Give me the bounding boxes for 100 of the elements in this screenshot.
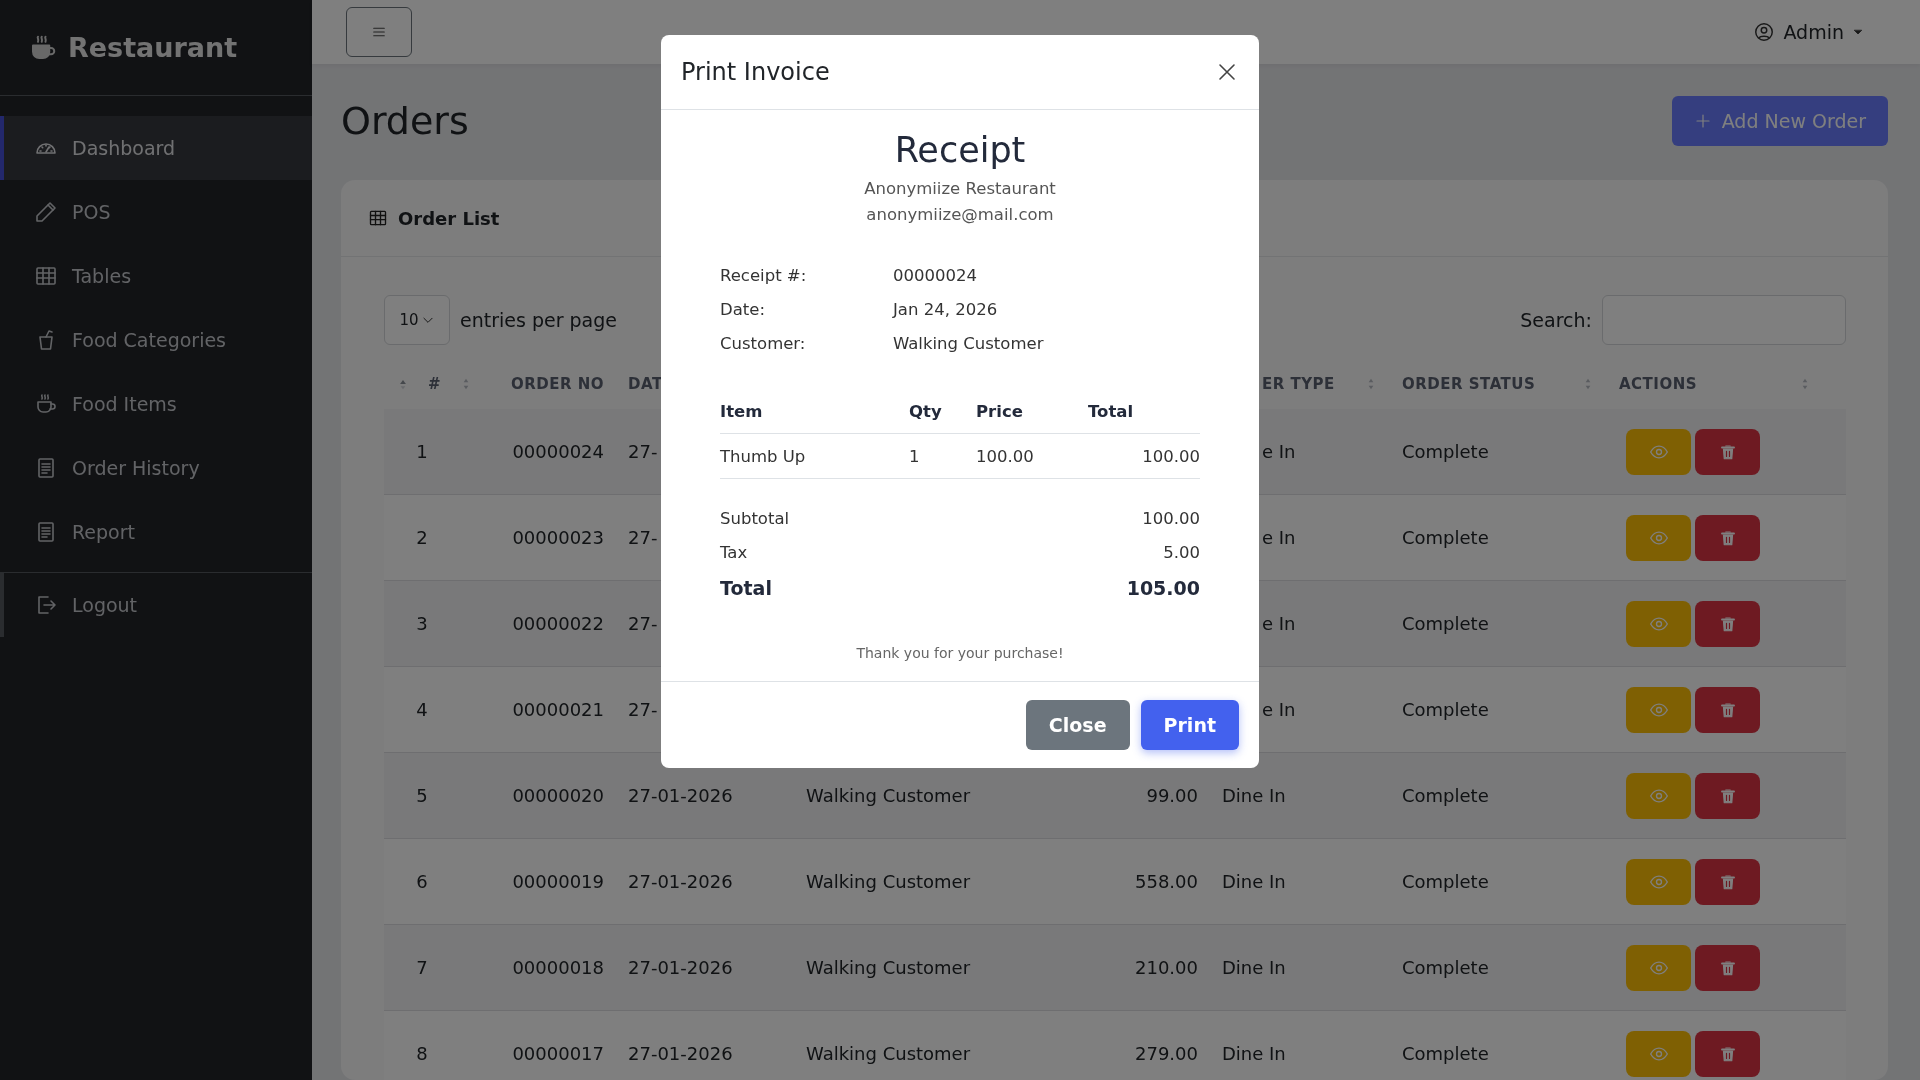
sidebar-item[interactable]: POS: [0, 180, 312, 244]
table-cell-text: 27-: [627, 613, 659, 634]
delete-button[interactable]: [1695, 514, 1760, 561]
table-cell-text: 4: [416, 699, 429, 720]
page-size-select[interactable]: 10: [384, 295, 450, 345]
table-cell-text: 00000021: [511, 699, 605, 720]
column-header: Item: [720, 401, 764, 421]
table-cell-text: 3: [416, 613, 429, 634]
table-cell-text: Dine In: [1221, 871, 1287, 892]
table-cell-text: 00000020: [511, 785, 605, 806]
delete-button[interactable]: [1695, 600, 1760, 647]
table-cell-text: Complete: [1401, 613, 1490, 634]
sidebar-item[interactable]: Order History: [0, 436, 312, 500]
table-cell-text: e In: [1261, 613, 1297, 634]
trash-icon: [1718, 786, 1737, 805]
table-cell-text: e In: [1261, 441, 1297, 462]
table-cell-text: 00000018: [511, 957, 605, 978]
table-cell-text: Complete: [1401, 527, 1490, 548]
info-value: Walking Customer: [893, 334, 1045, 353]
table-cell-text: 100.00: [976, 446, 1035, 466]
sidebar-item[interactable]: Tables: [0, 244, 312, 308]
table-cell-text: Complete: [1401, 699, 1490, 720]
logout-item[interactable]: Logout: [0, 573, 312, 637]
sidebar-item[interactable]: Report: [0, 500, 312, 564]
view-button[interactable]: [1626, 686, 1691, 733]
summary-value: 105.00: [1126, 577, 1200, 599]
pencil-icon: [34, 200, 58, 224]
card-title: Order List: [398, 207, 500, 229]
table-cell-text: 27-: [627, 441, 659, 462]
table-cell-text: 00000023: [511, 527, 605, 548]
summary-label: Subtotal: [720, 509, 790, 528]
summary-label: Total: [720, 577, 772, 599]
delete-button[interactable]: [1695, 772, 1760, 819]
table-cell-text: 27-01-2026: [627, 785, 734, 806]
table-cell-text: 00000019: [511, 871, 605, 892]
table-cell-text: 27-01-2026: [627, 957, 734, 978]
delete-button[interactable]: [1695, 1030, 1760, 1077]
table-cell-text: 210.00: [1134, 957, 1199, 978]
thank-you-note: Thank you for your purchase!: [855, 645, 1065, 661]
column-header: Qty: [909, 401, 943, 421]
info-label: Receipt #:: [720, 266, 808, 285]
view-button[interactable]: [1626, 514, 1691, 561]
column-header[interactable]: ORDER NO: [510, 375, 604, 393]
sidebar-item[interactable]: Food Items: [0, 372, 312, 436]
column-header[interactable]: DAT: [628, 375, 663, 393]
steaming-cup-icon: [34, 392, 58, 416]
column-header[interactable]: ER TYPE: [1262, 375, 1335, 393]
menu-toggle-button[interactable]: [346, 7, 412, 57]
table-cell-text: 7: [416, 957, 429, 978]
view-button[interactable]: [1626, 858, 1691, 905]
trash-icon: [1718, 958, 1737, 977]
delete-button[interactable]: [1695, 944, 1760, 991]
user-menu[interactable]: Admin: [1747, 20, 1870, 44]
table-cell-text: Complete: [1401, 871, 1490, 892]
view-button[interactable]: [1626, 1030, 1691, 1077]
sidebar-item[interactable]: Food Categories: [0, 308, 312, 372]
table-cell-text: 6: [416, 871, 429, 892]
table-cell-text: Walking Customer: [805, 871, 972, 892]
summary-label: Tax: [720, 543, 748, 562]
dialog-button[interactable]: Close: [1025, 700, 1130, 750]
entries-label: entries per page: [460, 309, 617, 331]
add-order-button[interactable]: Add New Order: [1671, 96, 1888, 146]
dialog-button[interactable]: Print: [1140, 700, 1239, 750]
search-label: Search:: [1520, 309, 1592, 331]
column-header: Price: [976, 401, 1024, 421]
table-cell-text: Dine In: [1221, 1043, 1287, 1064]
table-cell-text: 1: [909, 446, 921, 466]
delete-button[interactable]: [1695, 686, 1760, 733]
delete-button[interactable]: [1695, 858, 1760, 905]
column-header[interactable]: ORDER STATUS: [1402, 375, 1536, 393]
column-header: Total: [1088, 401, 1135, 421]
table-cell-text: 5: [416, 785, 429, 806]
table-cell-text: 00000017: [511, 1043, 605, 1064]
page-title: Orders: [341, 99, 469, 143]
table-cell-text: Complete: [1401, 1043, 1490, 1064]
table-cell-text: 27-: [627, 527, 659, 548]
receipt-heading: Receipt: [893, 130, 1027, 170]
summary-value: 5.00: [1163, 543, 1200, 562]
table-cell-text: Walking Customer: [805, 957, 972, 978]
column-header[interactable]: #: [428, 375, 442, 393]
table-cell-text: Complete: [1401, 785, 1490, 806]
restaurant-email: anonymiize@mail.com: [865, 204, 1055, 226]
summary-value: 100.00: [1142, 509, 1200, 528]
table-cell-text: Walking Customer: [805, 1043, 972, 1064]
table-cell-text: 8: [416, 1043, 429, 1064]
table-cell-text: e In: [1261, 699, 1297, 720]
trash-icon: [1718, 442, 1737, 461]
table-cell-text: 1: [416, 441, 429, 462]
table-cell-text: 27-: [627, 699, 659, 720]
trash-icon: [1718, 872, 1737, 891]
table-cell-text: Dine In: [1221, 957, 1287, 978]
table-cell-text: 00000022: [511, 613, 605, 634]
table-cell-text: Dine In: [1221, 785, 1287, 806]
delete-button[interactable]: [1695, 428, 1760, 475]
table-cell-text: Walking Customer: [805, 785, 972, 806]
sidebar-item[interactable]: Dashboard: [0, 116, 312, 180]
restaurant-name: Anonymiize Restaurant: [863, 178, 1057, 200]
column-header[interactable]: ACTIONS: [1619, 375, 1698, 393]
table-cell-text: 2: [416, 527, 429, 548]
table-cell-text: Complete: [1401, 441, 1490, 462]
